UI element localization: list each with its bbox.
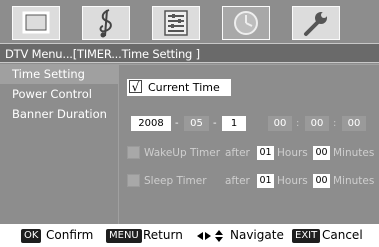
checkmark-icon: √ xyxy=(129,80,142,93)
wakeup-timer-checkbox[interactable] xyxy=(127,146,140,159)
exit-key-badge: EXIT xyxy=(292,229,321,243)
menu-key-badge: MENU xyxy=(106,229,142,243)
sleep-timer-row: Sleep Timer after 01 Hours 00 Minutes xyxy=(119,172,379,190)
return-label: Return xyxy=(143,228,183,242)
sidebar: Time Setting Power Control Banner Durati… xyxy=(0,64,118,224)
sidebar-item-power-control[interactable]: Power Control xyxy=(0,84,118,104)
sleep-minutes-label: Minutes xyxy=(333,175,375,187)
menu-icon-bar xyxy=(0,0,379,45)
settings-list-icon xyxy=(164,10,188,36)
sleep-timer-checkbox[interactable] xyxy=(127,174,140,187)
time-setting-panel: √ Current Time 2008 - 05 - 1 00 : 00 : 0… xyxy=(118,64,379,224)
current-time-checkbox[interactable]: √ Current Time xyxy=(127,79,231,96)
tab-sound[interactable] xyxy=(82,6,130,40)
confirm-label: Confirm xyxy=(46,228,94,242)
wakeup-after-label: after xyxy=(225,147,250,159)
current-time-label: Current Time xyxy=(148,81,220,94)
date-separator: - xyxy=(175,118,179,129)
sleep-hours-label: Hours xyxy=(277,175,308,187)
navigate-arrows-icon xyxy=(197,230,223,242)
cancel-label: Cancel xyxy=(322,228,363,242)
hour-field[interactable]: 00 xyxy=(268,116,292,131)
tab-tools[interactable] xyxy=(292,6,340,40)
wakeup-minutes-field[interactable]: 00 xyxy=(313,146,330,160)
sidebar-item-banner-duration[interactable]: Banner Duration xyxy=(0,104,118,124)
minute-field[interactable]: 00 xyxy=(305,116,329,131)
wakeup-hours-label: Hours xyxy=(277,147,308,159)
tab-setup[interactable] xyxy=(152,6,200,40)
wakeup-hours-field[interactable]: 01 xyxy=(257,146,274,160)
sleep-hours-field[interactable]: 01 xyxy=(257,174,274,188)
year-field[interactable]: 2008 xyxy=(131,116,171,131)
tab-picture[interactable] xyxy=(12,6,60,40)
tab-timer[interactable] xyxy=(222,6,270,40)
clock-icon xyxy=(234,11,258,35)
wakeup-timer-row: WakeUp Timer after 01 Hours 00 Minutes xyxy=(119,144,379,162)
wakeup-minutes-label: Minutes xyxy=(333,147,375,159)
sleep-after-label: after xyxy=(225,175,250,187)
tv-screen-icon xyxy=(22,11,50,34)
time-separator: : xyxy=(296,118,300,129)
date-separator: - xyxy=(213,118,217,129)
ok-key-badge: OK xyxy=(21,229,42,243)
wakeup-timer-label: WakeUp Timer xyxy=(144,147,221,159)
time-separator: : xyxy=(333,118,337,129)
wrench-icon xyxy=(304,12,327,36)
key-hint-bar: OK Confirm MENU Return Navigate EXIT Can… xyxy=(0,224,379,247)
sidebar-item-time-setting[interactable]: Time Setting xyxy=(0,64,118,84)
navigate-label: Navigate xyxy=(230,228,284,242)
sleep-timer-label: Sleep Timer xyxy=(144,175,207,187)
second-field[interactable]: 00 xyxy=(342,116,366,131)
month-field[interactable]: 05 xyxy=(184,116,209,131)
day-field[interactable]: 1 xyxy=(222,116,246,131)
sleep-minutes-field[interactable]: 00 xyxy=(313,174,330,188)
tv-menu-screen: DTV Menu...[TIMER...Time Setting ] Time … xyxy=(0,0,379,224)
menu-title-bar: DTV Menu...[TIMER...Time Setting ] xyxy=(0,43,379,63)
music-note-icon xyxy=(99,9,112,38)
